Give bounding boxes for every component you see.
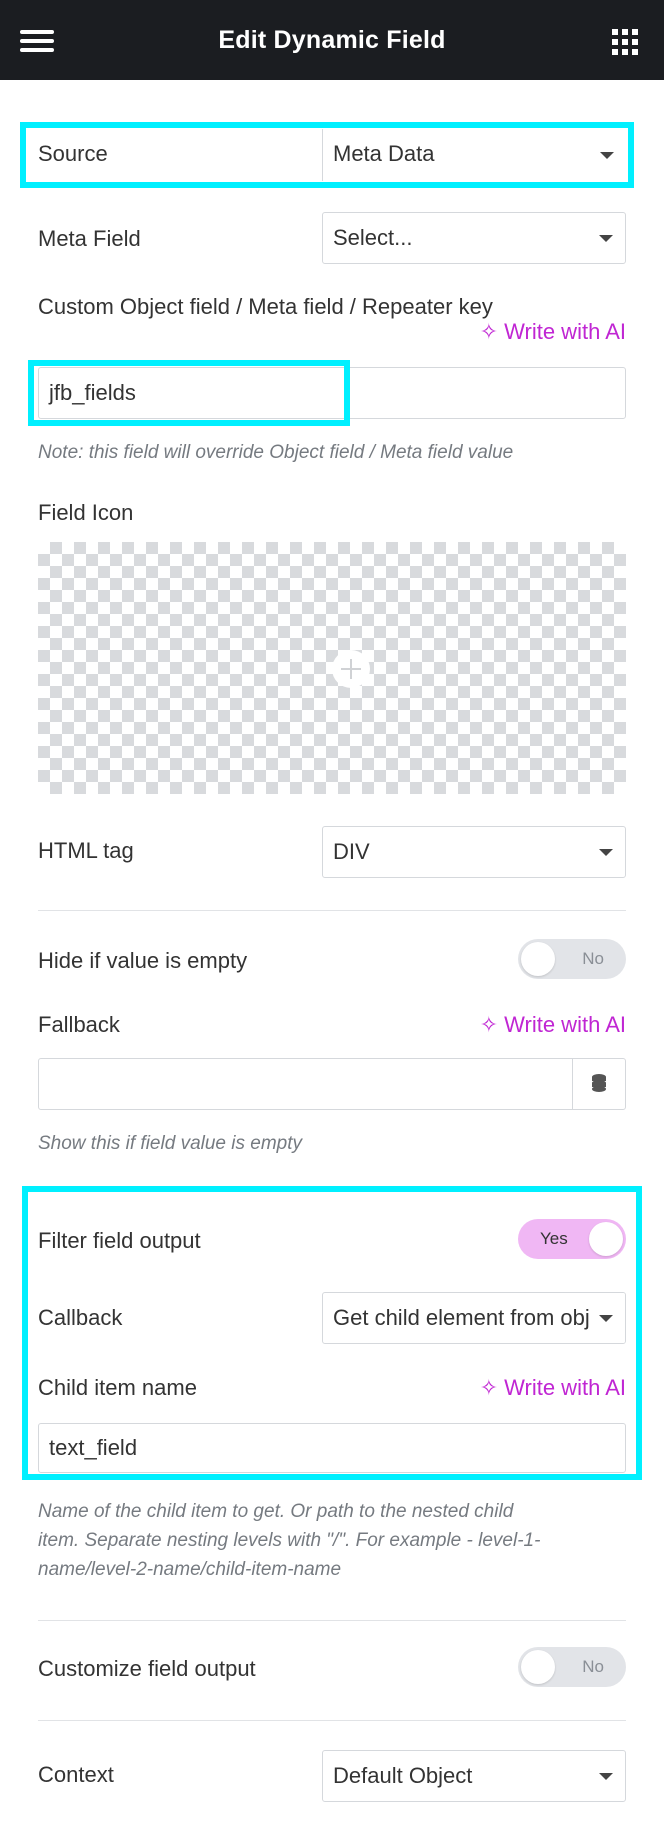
callback-value: Get child element from object/array <box>333 1305 625 1330</box>
dynamic-tags-button[interactable] <box>572 1059 626 1109</box>
toggle-state: No <box>582 1657 604 1676</box>
fallback-note: Show this if field value is empty <box>38 1133 303 1154</box>
fallback-input[interactable] <box>38 1058 626 1110</box>
divider <box>38 910 626 911</box>
customize-output-label: Customize field output <box>38 1656 256 1681</box>
callback-label: Callback <box>38 1305 123 1330</box>
meta-field-label: Meta Field <box>38 226 141 251</box>
write-with-ai-button[interactable]: ✧ Write with AI <box>480 1375 626 1401</box>
meta-field-select[interactable]: Select... <box>322 212 626 264</box>
filter-output-label: Filter field output <box>38 1228 201 1253</box>
child-item-value: text_field <box>49 1435 138 1460</box>
source-select[interactable]: Meta Data <box>322 129 626 181</box>
custom-field-highlight <box>28 360 350 426</box>
filter-output-toggle[interactable]: Yes <box>518 1219 626 1259</box>
context-label: Context <box>38 1762 114 1787</box>
toggle-state: Yes <box>540 1229 568 1248</box>
html-tag-select[interactable]: DIV <box>322 826 626 878</box>
chevron-down-icon <box>600 152 614 159</box>
child-item-input[interactable]: text_field <box>38 1423 626 1473</box>
hide-empty-label: Hide if value is empty <box>38 948 248 973</box>
source-label: Source <box>38 141 108 166</box>
fallback-label: Fallback <box>38 1012 120 1037</box>
chevron-down-icon <box>599 1773 613 1780</box>
source-value: Meta Data <box>333 141 435 166</box>
add-icon[interactable] <box>332 650 370 688</box>
chevron-down-icon <box>599 235 613 242</box>
child-item-label: Child item name <box>38 1375 197 1400</box>
custom-field-label: Custom Object field / Meta field / Repea… <box>38 294 493 319</box>
sparkle-icon: ✧ <box>479 1375 499 1400</box>
context-value: Default Object <box>333 1763 473 1788</box>
field-icon-label: Field Icon <box>38 500 134 525</box>
html-tag-label: HTML tag <box>38 838 134 863</box>
database-icon <box>592 1074 606 1092</box>
html-tag-value: DIV <box>333 839 370 864</box>
callback-select[interactable]: Get child element from object/array <box>322 1292 626 1344</box>
meta-field-value: Select... <box>333 225 413 250</box>
widgets-grid-icon[interactable] <box>612 29 638 55</box>
sparkle-icon: ✧ <box>479 1012 499 1037</box>
divider <box>38 1620 626 1621</box>
hide-empty-toggle[interactable]: No <box>518 939 626 979</box>
context-select[interactable]: Default Object <box>322 1750 626 1802</box>
write-with-ai-button[interactable]: ✧ Write with AI <box>480 319 626 345</box>
chevron-down-icon <box>599 849 613 856</box>
write-with-ai-button[interactable]: ✧ Write with AI <box>480 1012 626 1038</box>
custom-field-note: Note: this field will override Object fi… <box>38 442 514 463</box>
sparkle-icon: ✧ <box>479 319 499 344</box>
child-item-note: Name of the child item to get. Or path t… <box>38 1501 541 1580</box>
chevron-down-icon <box>599 1315 613 1322</box>
customize-output-toggle[interactable]: No <box>518 1647 626 1687</box>
toggle-state: No <box>582 949 604 968</box>
divider <box>38 1720 626 1721</box>
panel-title: Edit Dynamic Field <box>218 26 446 54</box>
field-icon-picker[interactable] <box>38 542 626 794</box>
editor-header: Edit Dynamic Field <box>0 0 664 80</box>
